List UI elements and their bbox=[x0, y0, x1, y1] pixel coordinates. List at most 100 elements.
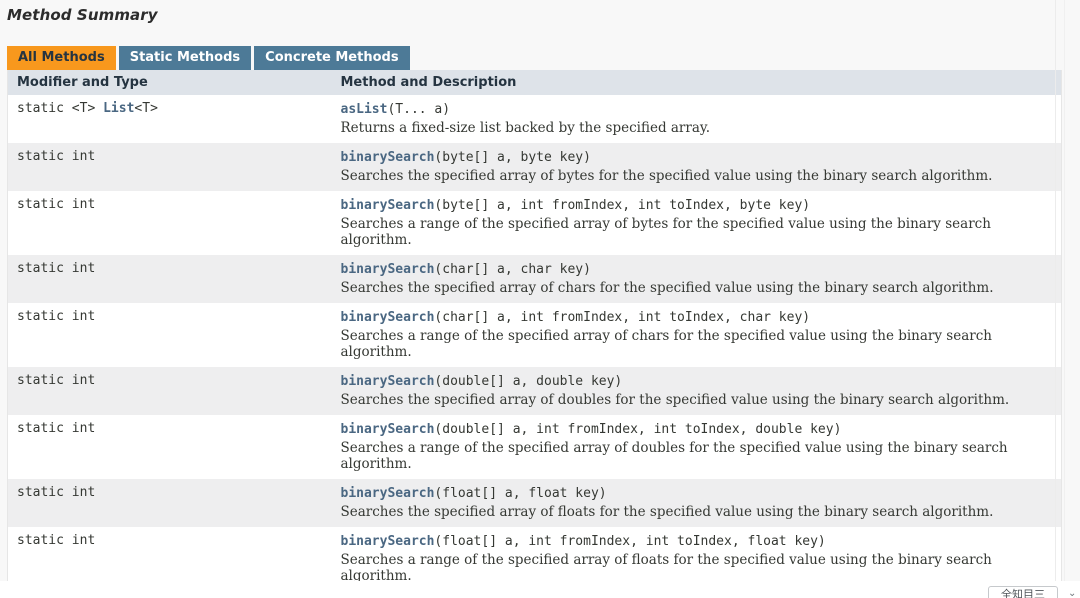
cell-modifier: static int bbox=[8, 527, 332, 581]
modifier-prefix: static int bbox=[17, 309, 95, 324]
method-signature: binarySearch(char[] a, int fromIndex, in… bbox=[341, 309, 1053, 326]
modifier-generic: <T> bbox=[72, 101, 103, 116]
modifier-text: static int bbox=[17, 197, 323, 213]
javadoc-page: Method Summary All MethodsStatic Methods… bbox=[0, 0, 1080, 598]
method-link[interactable]: binarySearch bbox=[341, 422, 435, 437]
cell-modifier: static int bbox=[8, 255, 332, 303]
content-viewport: Method Summary All MethodsStatic Methods… bbox=[0, 0, 1069, 581]
bottom-strip bbox=[0, 581, 1080, 598]
table-row: static int binarySearch(byte[] a, int fro… bbox=[8, 191, 1062, 255]
chevron-down-icon[interactable]: ⌄ bbox=[1068, 588, 1076, 598]
table-row: static int binarySearch(char[] a, char ke… bbox=[8, 255, 1062, 303]
method-description: Searches the specified array of bytes fo… bbox=[341, 168, 1041, 184]
type-link[interactable]: List bbox=[103, 101, 134, 116]
method-description: Searches the specified array of doubles … bbox=[341, 392, 1041, 408]
method-parameters: (double[] a, double key) bbox=[434, 374, 622, 389]
method-parameters: (double[] a, int fromIndex, int toIndex,… bbox=[434, 422, 841, 437]
method-parameters: (char[] a, char key) bbox=[434, 262, 591, 277]
table-row: static int binarySearch(double[] a, int f… bbox=[8, 415, 1062, 479]
method-link[interactable]: asList bbox=[341, 102, 388, 117]
method-description: Searches a range of the specified array … bbox=[341, 552, 1041, 581]
modifier-text: static int bbox=[17, 261, 323, 277]
method-signature: binarySearch(double[] a, double key) bbox=[341, 373, 1053, 390]
tab-all-methods[interactable]: All Methods bbox=[7, 46, 116, 70]
cell-method: binarySearch(double[] a, double key) Sear… bbox=[332, 367, 1062, 415]
modifier-prefix: static bbox=[17, 101, 72, 116]
method-link[interactable]: binarySearch bbox=[341, 198, 435, 213]
method-parameters: (T... a) bbox=[387, 102, 450, 117]
modifier-text: static int bbox=[17, 533, 323, 549]
modifier-prefix: static int bbox=[17, 485, 95, 500]
cell-method: asList(T... a) Returns a fixed-size list … bbox=[332, 95, 1062, 143]
method-description: Searches a range of the specified array … bbox=[341, 328, 1041, 360]
method-link[interactable]: binarySearch bbox=[341, 534, 435, 549]
modifier-prefix: static int bbox=[17, 421, 95, 436]
modifier-text: static int bbox=[17, 421, 323, 437]
modifier-suffix: <T> bbox=[134, 101, 157, 116]
method-link[interactable]: binarySearch bbox=[341, 486, 435, 501]
method-signature: binarySearch(byte[] a, byte key) bbox=[341, 149, 1053, 166]
cell-modifier: static int bbox=[8, 191, 332, 255]
modifier-text: static int bbox=[17, 373, 323, 389]
method-signature: binarySearch(byte[] a, int fromIndex, in… bbox=[341, 197, 1053, 214]
table-row: static int binarySearch(double[] a, doubl… bbox=[8, 367, 1062, 415]
ime-indicator[interactable]: 全知目三 bbox=[988, 586, 1058, 598]
method-description: Searches the specified array of chars fo… bbox=[341, 280, 1041, 296]
method-signature: binarySearch(float[] a, float key) bbox=[341, 485, 1053, 502]
method-signature: asList(T... a) bbox=[341, 101, 1053, 118]
method-link[interactable]: binarySearch bbox=[341, 150, 435, 165]
method-description: Searches the specified array of floats f… bbox=[341, 504, 1041, 520]
cell-modifier: static int bbox=[8, 479, 332, 527]
modifier-text: static int bbox=[17, 309, 323, 325]
cell-modifier: static int bbox=[8, 415, 332, 479]
modifier-text: static int bbox=[17, 485, 323, 501]
method-signature: binarySearch(double[] a, int fromIndex, … bbox=[341, 421, 1053, 438]
table-row: static <T> List<T> asList(T... a) Returns … bbox=[8, 95, 1062, 143]
table-row: static int binarySearch(byte[] a, byte ke… bbox=[8, 143, 1062, 191]
method-signature: binarySearch(char[] a, char key) bbox=[341, 261, 1053, 278]
cell-modifier: static <T> List<T> bbox=[8, 95, 332, 143]
method-signature: binarySearch(float[] a, int fromIndex, i… bbox=[341, 533, 1053, 550]
cell-method: binarySearch(char[] a, int fromIndex, in… bbox=[332, 303, 1062, 367]
cell-modifier: static int bbox=[8, 303, 332, 367]
modifier-prefix: static int bbox=[17, 533, 95, 548]
cell-method: binarySearch(float[] a, float key) Search… bbox=[332, 479, 1062, 527]
viewport-edge-right bbox=[1064, 0, 1065, 581]
viewport-edge-left bbox=[1055, 0, 1056, 581]
method-filter-tabs: All MethodsStatic MethodsConcrete Method… bbox=[7, 46, 1069, 70]
modifier-prefix: static int bbox=[17, 373, 95, 388]
table-row: static int binarySearch(float[] a, float … bbox=[8, 479, 1062, 527]
table-body: static <T> List<T> asList(T... a) Returns … bbox=[8, 95, 1062, 581]
page-title: Method Summary bbox=[0, 0, 1069, 24]
cell-method: binarySearch(byte[] a, byte key) Searches… bbox=[332, 143, 1062, 191]
tab-concrete-methods[interactable]: Concrete Methods bbox=[254, 46, 409, 70]
table-row: static int binarySearch(char[] a, int fro… bbox=[8, 303, 1062, 367]
modifier-text: static int bbox=[17, 149, 323, 165]
cell-method: binarySearch(char[] a, char key) Searches… bbox=[332, 255, 1062, 303]
column-header-method: Method and Description bbox=[332, 70, 1062, 95]
table-header-row: Modifier and Type Method and Description bbox=[8, 70, 1062, 95]
method-parameters: (char[] a, int fromIndex, int toIndex, c… bbox=[434, 310, 810, 325]
method-link[interactable]: binarySearch bbox=[341, 374, 435, 389]
tab-static-methods[interactable]: Static Methods bbox=[119, 46, 251, 70]
cell-modifier: static int bbox=[8, 143, 332, 191]
modifier-prefix: static int bbox=[17, 197, 95, 212]
method-summary-table: Modifier and Type Method and Description… bbox=[7, 70, 1062, 581]
modifier-text: static <T> List<T> bbox=[17, 101, 323, 117]
modifier-prefix: static int bbox=[17, 261, 95, 276]
method-description: Searches a range of the specified array … bbox=[341, 440, 1041, 472]
method-parameters: (byte[] a, int fromIndex, int toIndex, b… bbox=[434, 198, 810, 213]
method-parameters: (float[] a, float key) bbox=[434, 486, 606, 501]
method-description: Returns a fixed-size list backed by the … bbox=[341, 120, 1041, 136]
method-link[interactable]: binarySearch bbox=[341, 310, 435, 325]
method-description: Searches a range of the specified array … bbox=[341, 216, 1041, 248]
modifier-prefix: static int bbox=[17, 149, 95, 164]
method-link[interactable]: binarySearch bbox=[341, 262, 435, 277]
cell-method: binarySearch(byte[] a, int fromIndex, in… bbox=[332, 191, 1062, 255]
cell-modifier: static int bbox=[8, 367, 332, 415]
cell-method: binarySearch(double[] a, int fromIndex, … bbox=[332, 415, 1062, 479]
cell-method: binarySearch(float[] a, int fromIndex, i… bbox=[332, 527, 1062, 581]
table-row: static int binarySearch(float[] a, int fr… bbox=[8, 527, 1062, 581]
method-parameters: (float[] a, int fromIndex, int toIndex, … bbox=[434, 534, 825, 549]
column-header-modifier: Modifier and Type bbox=[8, 70, 332, 95]
